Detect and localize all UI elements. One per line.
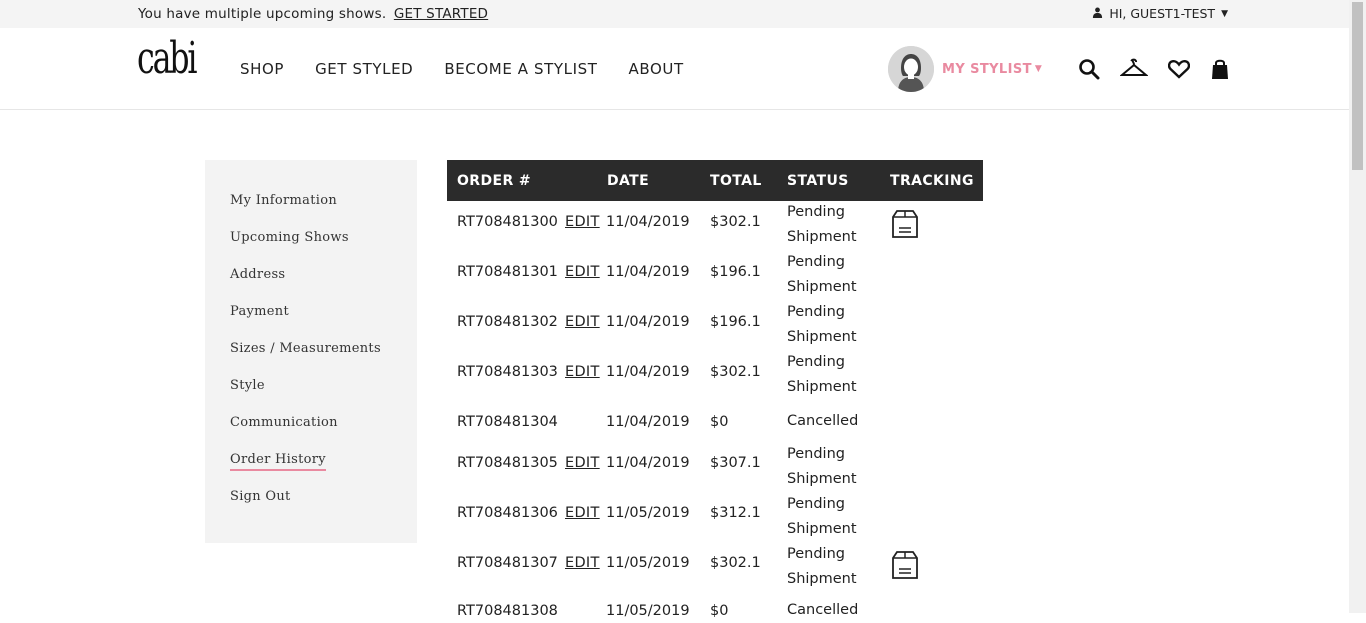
order-total: $307.1: [710, 455, 761, 471]
order-status: Pending: [787, 204, 845, 220]
header-total: TOTAL: [710, 173, 762, 189]
order-date: 11/04/2019: [606, 314, 690, 330]
order-status: Pending: [787, 254, 845, 270]
order-status: Cancelled: [787, 602, 859, 618]
sidebar-item-sign-out[interactable]: Sign Out: [230, 489, 291, 504]
edit-link[interactable]: EDIT: [565, 264, 600, 280]
sidebar-item-address[interactable]: Address: [230, 267, 285, 282]
edit-link[interactable]: EDIT: [565, 314, 600, 330]
site-header: cabi SHOP GET STYLED BECOME A STYLIST AB…: [0, 28, 1349, 110]
order-status: Cancelled: [787, 413, 859, 429]
order-date: 11/05/2019: [606, 555, 690, 571]
order-total: $312.1: [710, 505, 761, 521]
order-number: RT708481302: [457, 314, 558, 330]
order-status: Pending: [787, 496, 845, 512]
order-status-line2: Shipment: [787, 379, 857, 395]
order-date: 11/04/2019: [606, 214, 690, 230]
stylist-avatar: [888, 46, 934, 92]
header-date: DATE: [607, 173, 650, 189]
promo-bar: You have multiple upcoming shows. GET ST…: [0, 0, 1349, 28]
order-status-line2: Shipment: [787, 279, 857, 295]
sidebar-item-my-information[interactable]: My Information: [230, 193, 337, 208]
account-sidebar: My Information Upcoming Shows Address Pa…: [205, 160, 417, 543]
order-total: $302.1: [710, 214, 761, 230]
sidebar-item-sizes-measurements[interactable]: Sizes / Measurements: [230, 341, 381, 356]
package-icon[interactable]: [891, 209, 919, 243]
package-icon[interactable]: [891, 550, 919, 584]
order-number: RT708481307: [457, 555, 558, 571]
nav-get-styled[interactable]: GET STYLED: [315, 60, 413, 78]
order-status-line2: Shipment: [787, 521, 857, 537]
promo-message: You have multiple upcoming shows. GET ST…: [138, 6, 488, 22]
order-number: RT708481308: [457, 603, 558, 619]
account-menu[interactable]: HI, GUEST1-TEST ▼: [1092, 6, 1228, 21]
order-total: $0: [710, 603, 729, 619]
sidebar-item-style[interactable]: Style: [230, 378, 265, 393]
scrollbar-thumb[interactable]: [1352, 2, 1363, 170]
sidebar-item-payment[interactable]: Payment: [230, 304, 289, 319]
order-status-line2: Shipment: [787, 571, 857, 587]
sidebar-item-communication[interactable]: Communication: [230, 415, 338, 430]
order-total: $302.1: [710, 364, 761, 380]
order-number: RT708481301: [457, 264, 558, 280]
my-stylist-menu[interactable]: MY STYLIST ▼: [888, 46, 1042, 92]
order-number: RT708481304: [457, 414, 558, 430]
order-date: 11/04/2019: [606, 414, 690, 430]
order-total: $0: [710, 414, 729, 430]
order-status: Pending: [787, 304, 845, 320]
heart-icon[interactable]: [1167, 59, 1191, 83]
order-status-line2: Shipment: [787, 329, 857, 345]
order-status-line2: Shipment: [787, 229, 857, 245]
search-icon[interactable]: [1078, 58, 1100, 84]
order-date: 11/04/2019: [606, 455, 690, 471]
cabi-logo[interactable]: cabi: [137, 37, 198, 81]
promo-text: You have multiple upcoming shows.: [138, 6, 387, 22]
page-scrollbar[interactable]: [1349, 0, 1366, 613]
order-date: 11/04/2019: [606, 264, 690, 280]
order-total: $196.1: [710, 314, 761, 330]
caret-down-icon: ▼: [1221, 8, 1228, 19]
edit-link[interactable]: EDIT: [565, 505, 600, 521]
nav-about[interactable]: ABOUT: [629, 60, 684, 78]
sidebar-item-order-history[interactable]: Order History: [230, 452, 326, 471]
order-status: Pending: [787, 354, 845, 370]
order-number: RT708481306: [457, 505, 558, 521]
header-order-number: ORDER #: [457, 173, 532, 189]
order-total: $302.1: [710, 555, 761, 571]
caret-down-icon: ▼: [1034, 64, 1042, 74]
user-icon: [1092, 6, 1103, 21]
get-started-link[interactable]: GET STARTED: [394, 6, 488, 22]
nav-shop[interactable]: SHOP: [240, 60, 284, 78]
order-date: 11/05/2019: [606, 505, 690, 521]
edit-link[interactable]: EDIT: [565, 214, 600, 230]
order-date: 11/05/2019: [606, 603, 690, 619]
header-tracking: TRACKING: [890, 173, 974, 189]
order-table-header: ORDER # DATE TOTAL STATUS TRACKING: [447, 160, 983, 201]
hanger-icon[interactable]: [1119, 58, 1149, 84]
shopping-bag-icon[interactable]: [1210, 58, 1230, 84]
my-stylist-label: MY STYLIST: [942, 61, 1032, 77]
main-nav: SHOP GET STYLED BECOME A STYLIST ABOUT: [240, 60, 684, 78]
order-number: RT708481305: [457, 455, 558, 471]
order-date: 11/04/2019: [606, 364, 690, 380]
header-icons: [1078, 58, 1230, 84]
order-total: $196.1: [710, 264, 761, 280]
order-status: Pending: [787, 446, 845, 462]
edit-link[interactable]: EDIT: [565, 555, 600, 571]
order-status: Pending: [787, 546, 845, 562]
account-greeting: HI, GUEST1-TEST: [1109, 6, 1216, 21]
header-status: STATUS: [787, 173, 849, 189]
order-number: RT708481300: [457, 214, 558, 230]
order-status-line2: Shipment: [787, 471, 857, 487]
sidebar-item-upcoming-shows[interactable]: Upcoming Shows: [230, 230, 349, 245]
edit-link[interactable]: EDIT: [565, 455, 600, 471]
nav-become-a-stylist[interactable]: BECOME A STYLIST: [444, 60, 597, 78]
edit-link[interactable]: EDIT: [565, 364, 600, 380]
order-number: RT708481303: [457, 364, 558, 380]
